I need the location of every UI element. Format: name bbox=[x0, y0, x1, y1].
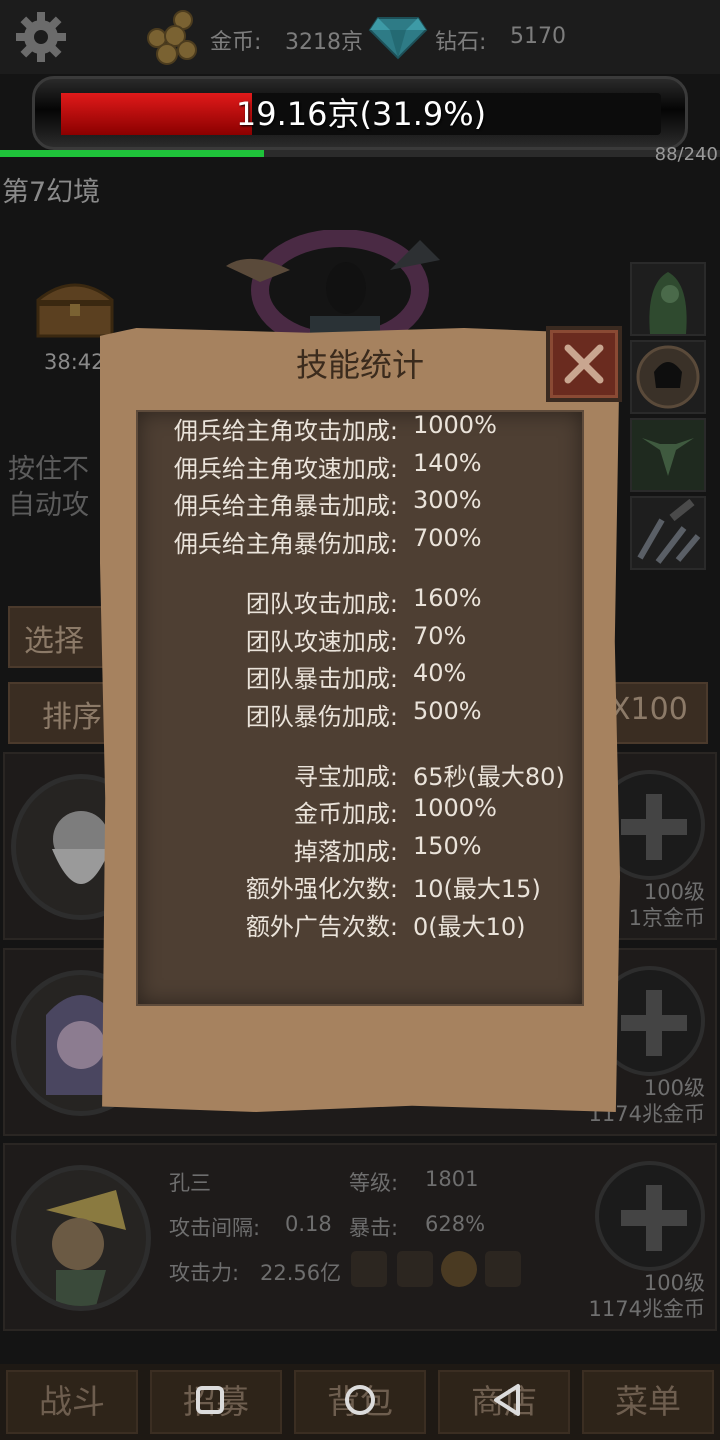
stat-label: 团队暴伤加成: bbox=[245, 703, 398, 731]
system-home-icon[interactable] bbox=[340, 1380, 380, 1420]
stat-label: 团队攻击加成: bbox=[245, 590, 398, 618]
stat-label: 佣兵给主角暴伤加成: bbox=[173, 530, 398, 558]
settings-gear-icon[interactable] bbox=[14, 10, 68, 64]
system-back-icon[interactable] bbox=[488, 1380, 528, 1420]
stat-value: 700% bbox=[413, 524, 482, 552]
gold-value: 3218京 bbox=[285, 30, 363, 55]
hero-card: 孔三 等级: 1801 攻击间隔: 0.18 暴击: 628% 攻击力: 22.… bbox=[3, 1143, 717, 1331]
stat-label: 佣兵给主角暴击加成: bbox=[173, 492, 398, 520]
stat-label: 额外强化次数: bbox=[245, 875, 398, 903]
stat-label: 佣兵给主角攻速加成: bbox=[173, 455, 398, 483]
hero-interval: 0.18 bbox=[285, 1212, 332, 1236]
stat-label: 寻宝加成: bbox=[293, 763, 398, 791]
gold-label: 金币: bbox=[210, 30, 262, 55]
equipment-orb-icon[interactable] bbox=[441, 1251, 477, 1287]
stat-value: 40% bbox=[413, 659, 467, 687]
hero-level-label: 等级: bbox=[349, 1171, 399, 1195]
skill-icon-green-ghost[interactable] bbox=[630, 262, 706, 336]
stat-label: 掉落加成: bbox=[293, 838, 398, 866]
stat-value: 1000% bbox=[413, 411, 497, 439]
wave-progress-bar bbox=[0, 150, 720, 157]
hero-attack-label: 攻击力: bbox=[169, 1261, 240, 1285]
top-bar: 金币: 3218京 钻石: 5170 bbox=[0, 0, 720, 74]
equipment-axe-icon[interactable] bbox=[351, 1251, 387, 1287]
diamond-value: 5170 bbox=[510, 24, 566, 49]
stat-label: 团队攻速加成: bbox=[245, 628, 398, 656]
nav-battle[interactable]: 战斗 bbox=[6, 1370, 138, 1434]
hero-attack: 22.56亿 bbox=[260, 1261, 342, 1285]
boss-hp-bar: 19.16京(31.9%) bbox=[32, 76, 688, 150]
hero-crit: 628% bbox=[425, 1212, 486, 1236]
boss-monster-image bbox=[226, 230, 440, 340]
equipment-glove-icon[interactable] bbox=[397, 1251, 433, 1287]
stat-value: 300% bbox=[413, 486, 482, 514]
upgrade-cost: 1京金币 bbox=[628, 906, 705, 930]
equipment-scroll-icon[interactable] bbox=[485, 1251, 521, 1287]
stat-value: 10(最大15) bbox=[413, 875, 541, 903]
stat-value: 70% bbox=[413, 622, 467, 650]
treasure-chest-icon[interactable] bbox=[30, 270, 120, 340]
close-icon bbox=[564, 344, 604, 384]
stat-value: 140% bbox=[413, 449, 482, 477]
stat-value: 65秒(最大80) bbox=[413, 763, 565, 791]
auto-attack-hint: 按住不 自动攻 bbox=[8, 454, 89, 521]
wave-progress-fill bbox=[0, 150, 265, 157]
gold-coins-icon bbox=[147, 10, 197, 65]
stat-label: 佣兵给主角攻击加成: bbox=[173, 417, 398, 445]
stat-value: 500% bbox=[413, 697, 482, 725]
bull-skull-icon[interactable] bbox=[630, 418, 706, 492]
wave-counter: 88/240 bbox=[654, 144, 718, 165]
stat-value: 160% bbox=[413, 584, 482, 612]
stat-value: 150% bbox=[413, 832, 482, 860]
diamond-label: 钻石: bbox=[435, 30, 487, 55]
hero-level: 1801 bbox=[425, 1167, 479, 1191]
hero-crit-label: 暴击: bbox=[349, 1216, 399, 1240]
stat-label: 金币加成: bbox=[293, 800, 398, 828]
boss-hp-text: 19.16京(31.9%) bbox=[235, 95, 487, 133]
stat-label: 团队暴击加成: bbox=[245, 665, 398, 693]
upgrade-cost: 1174兆金币 bbox=[588, 1297, 705, 1321]
diamond-icon bbox=[368, 17, 428, 60]
stat-value: 0(最大10) bbox=[413, 913, 526, 941]
stat-value: 1000% bbox=[413, 794, 497, 822]
nav-menu[interactable]: 菜单 bbox=[582, 1370, 714, 1434]
hero-interval-label: 攻击间隔: bbox=[169, 1216, 261, 1240]
hero-avatar[interactable] bbox=[11, 1165, 151, 1311]
close-button[interactable] bbox=[546, 326, 622, 402]
system-recents-icon[interactable] bbox=[190, 1380, 230, 1420]
hero-name: 孔三 bbox=[169, 1171, 211, 1195]
daggers-icon[interactable] bbox=[630, 496, 706, 570]
stage-label: 第7幻境 bbox=[2, 177, 101, 208]
upgrade-plus-button[interactable] bbox=[595, 1161, 705, 1271]
stat-label: 额外广告次数: bbox=[245, 913, 398, 941]
